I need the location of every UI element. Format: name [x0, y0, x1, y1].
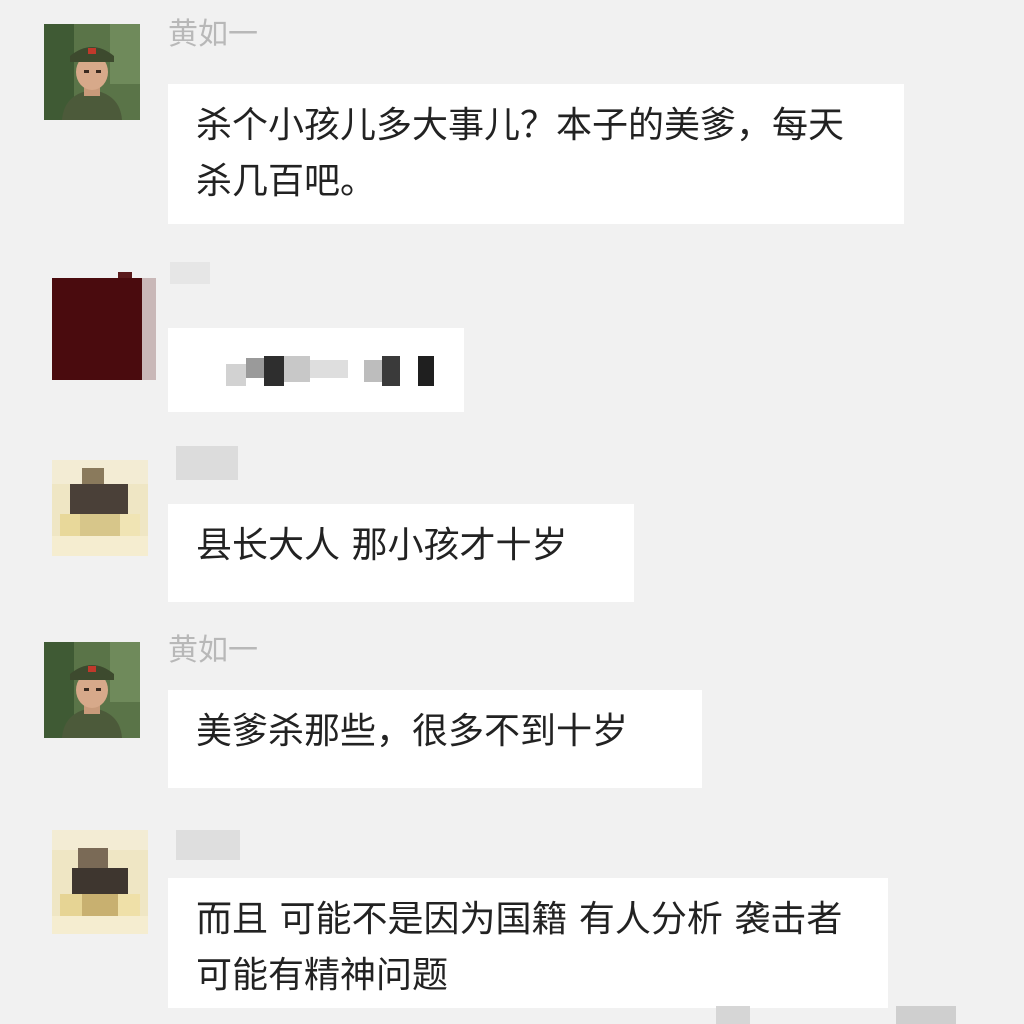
watermark [716, 1006, 750, 1024]
redacted-sender-name [176, 830, 240, 860]
watermark [896, 1006, 956, 1024]
message-bubble: 而且 可能不是因为国籍 有人分析 袭击者 可能有精神问题 [168, 878, 888, 1008]
pixelated-avatar-icon[interactable] [52, 460, 148, 556]
redacted-sender-name [170, 262, 210, 284]
sender-name: 黄如一 [168, 17, 258, 52]
redacted-message-bubble [168, 328, 464, 412]
soldier-avatar-icon[interactable] [44, 642, 140, 738]
sender-name: 黄如一 [168, 633, 258, 668]
message-bubble: 县长大人 那小孩才十岁 [168, 504, 634, 602]
soldier-avatar-icon[interactable] [44, 24, 140, 120]
pixelated-dark-red-avatar-icon[interactable] [52, 272, 156, 380]
message-bubble: 杀个小孩儿多大事儿？本子的美爹，每天杀几百吧。 [168, 84, 904, 224]
pixelated-avatar-icon[interactable] [52, 830, 148, 934]
message-bubble: 美爹杀那些，很多不到十岁 [168, 690, 702, 788]
chat-view: 黄如一 杀个小孩儿多大事儿？本子的美爹，每天杀几百吧。 县长大人 那小孩才十岁 … [0, 0, 1024, 1024]
redacted-sender-name [176, 446, 238, 480]
